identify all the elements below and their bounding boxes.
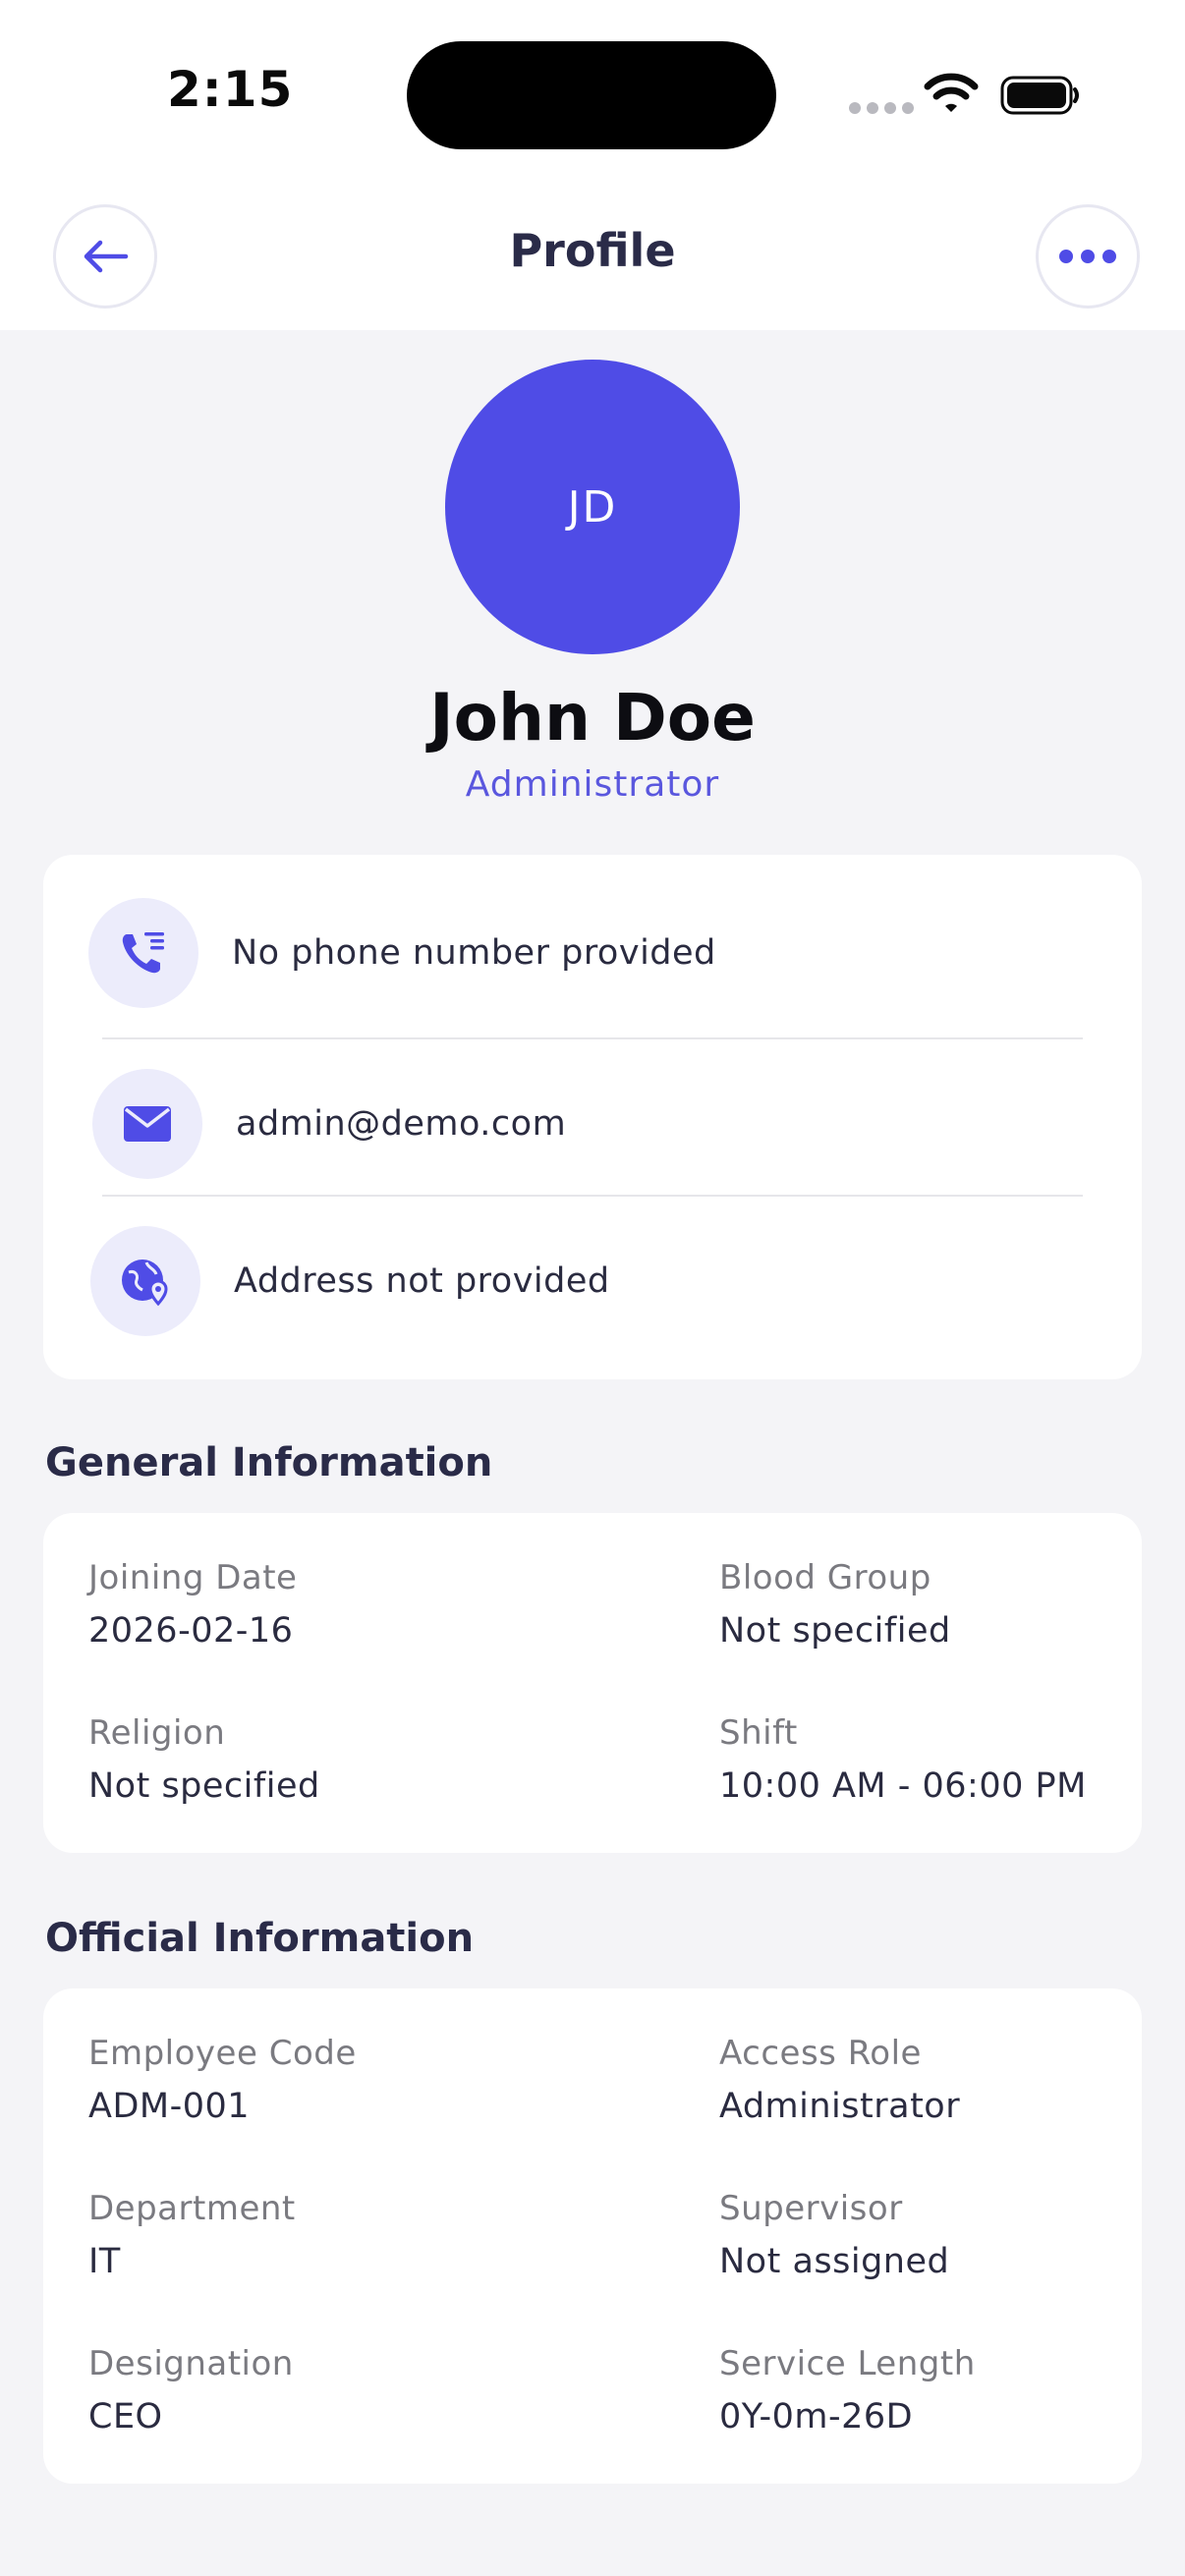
info-field: Service Length 0Y-0m-26D: [719, 2344, 976, 2436]
battery-icon: [1000, 76, 1079, 115]
avatar-initials: JD: [567, 481, 618, 532]
more-horizontal-icon: [1059, 250, 1116, 263]
info-label: Department: [88, 2189, 296, 2228]
globe-location-icon: [90, 1226, 200, 1336]
general-information-title: General Information: [45, 1440, 493, 1485]
info-value: 0Y-0m-26D: [719, 2397, 914, 2436]
info-value: Administrator: [719, 2087, 961, 2126]
info-label: Shift: [719, 1713, 798, 1753]
official-information-card: Employee Code ADM-001 Access Role Admini…: [43, 1988, 1142, 2484]
info-value: 2026-02-16: [88, 1611, 294, 1651]
info-value: Not specified: [719, 1611, 951, 1651]
info-label: Blood Group: [719, 1558, 931, 1597]
info-label: Access Role: [719, 2034, 922, 2073]
info-field: Designation CEO: [88, 2344, 294, 2436]
info-label: Joining Date: [88, 1558, 298, 1597]
info-value: ADM-001: [88, 2087, 251, 2126]
info-field: Religion Not specified: [88, 1713, 320, 1806]
official-information-title: Official Information: [45, 1916, 475, 1961]
info-value: CEO: [88, 2397, 163, 2436]
status-time: 2:15: [167, 61, 294, 118]
divider: [102, 1195, 1083, 1197]
divider: [102, 1037, 1083, 1039]
info-value: 10:00 AM - 06:00 PM: [719, 1766, 1087, 1806]
phone-list-icon: [88, 898, 198, 1008]
info-value: Not specified: [88, 1766, 320, 1806]
info-field: Access Role Administrator: [719, 2034, 960, 2126]
info-field: Department IT: [88, 2189, 296, 2281]
contact-address-text: Address not provided: [234, 1261, 610, 1301]
profile-name: John Doe: [429, 680, 756, 756]
page-title: Profile: [509, 224, 676, 277]
contact-phone-text: No phone number provided: [232, 933, 716, 973]
general-information-card: Joining Date 2026-02-16 Blood Group Not …: [43, 1513, 1142, 1853]
info-field: Employee Code ADM-001: [88, 2034, 357, 2126]
info-label: Designation: [88, 2344, 294, 2383]
dynamic-island: [407, 41, 776, 149]
info-label: Service Length: [719, 2344, 976, 2383]
info-field: Shift 10:00 AM - 06:00 PM: [719, 1713, 1087, 1806]
contact-phone-row[interactable]: No phone number provided: [88, 898, 1185, 1008]
more-options-button[interactable]: [1036, 204, 1140, 308]
contact-card: No phone number provided admin@demo.com …: [43, 855, 1142, 1379]
info-field: Blood Group Not specified: [719, 1558, 951, 1651]
info-label: Supervisor: [719, 2189, 903, 2228]
avatar[interactable]: JD: [445, 360, 740, 654]
cellular-signal-icon: [849, 102, 914, 114]
info-value: Not assigned: [719, 2242, 950, 2281]
info-label: Religion: [88, 1713, 226, 1753]
contact-email-text: admin@demo.com: [236, 1104, 567, 1144]
wifi-icon: [924, 73, 979, 112]
info-field: Joining Date 2026-02-16: [88, 1558, 297, 1651]
info-label: Employee Code: [88, 2034, 357, 2073]
contact-address-row[interactable]: Address not provided: [90, 1226, 1185, 1336]
contact-email-row[interactable]: admin@demo.com: [92, 1069, 1185, 1179]
info-field: Supervisor Not assigned: [719, 2189, 949, 2281]
mail-icon: [92, 1069, 202, 1179]
info-value: IT: [88, 2242, 121, 2281]
profile-role: Administrator: [465, 764, 720, 805]
